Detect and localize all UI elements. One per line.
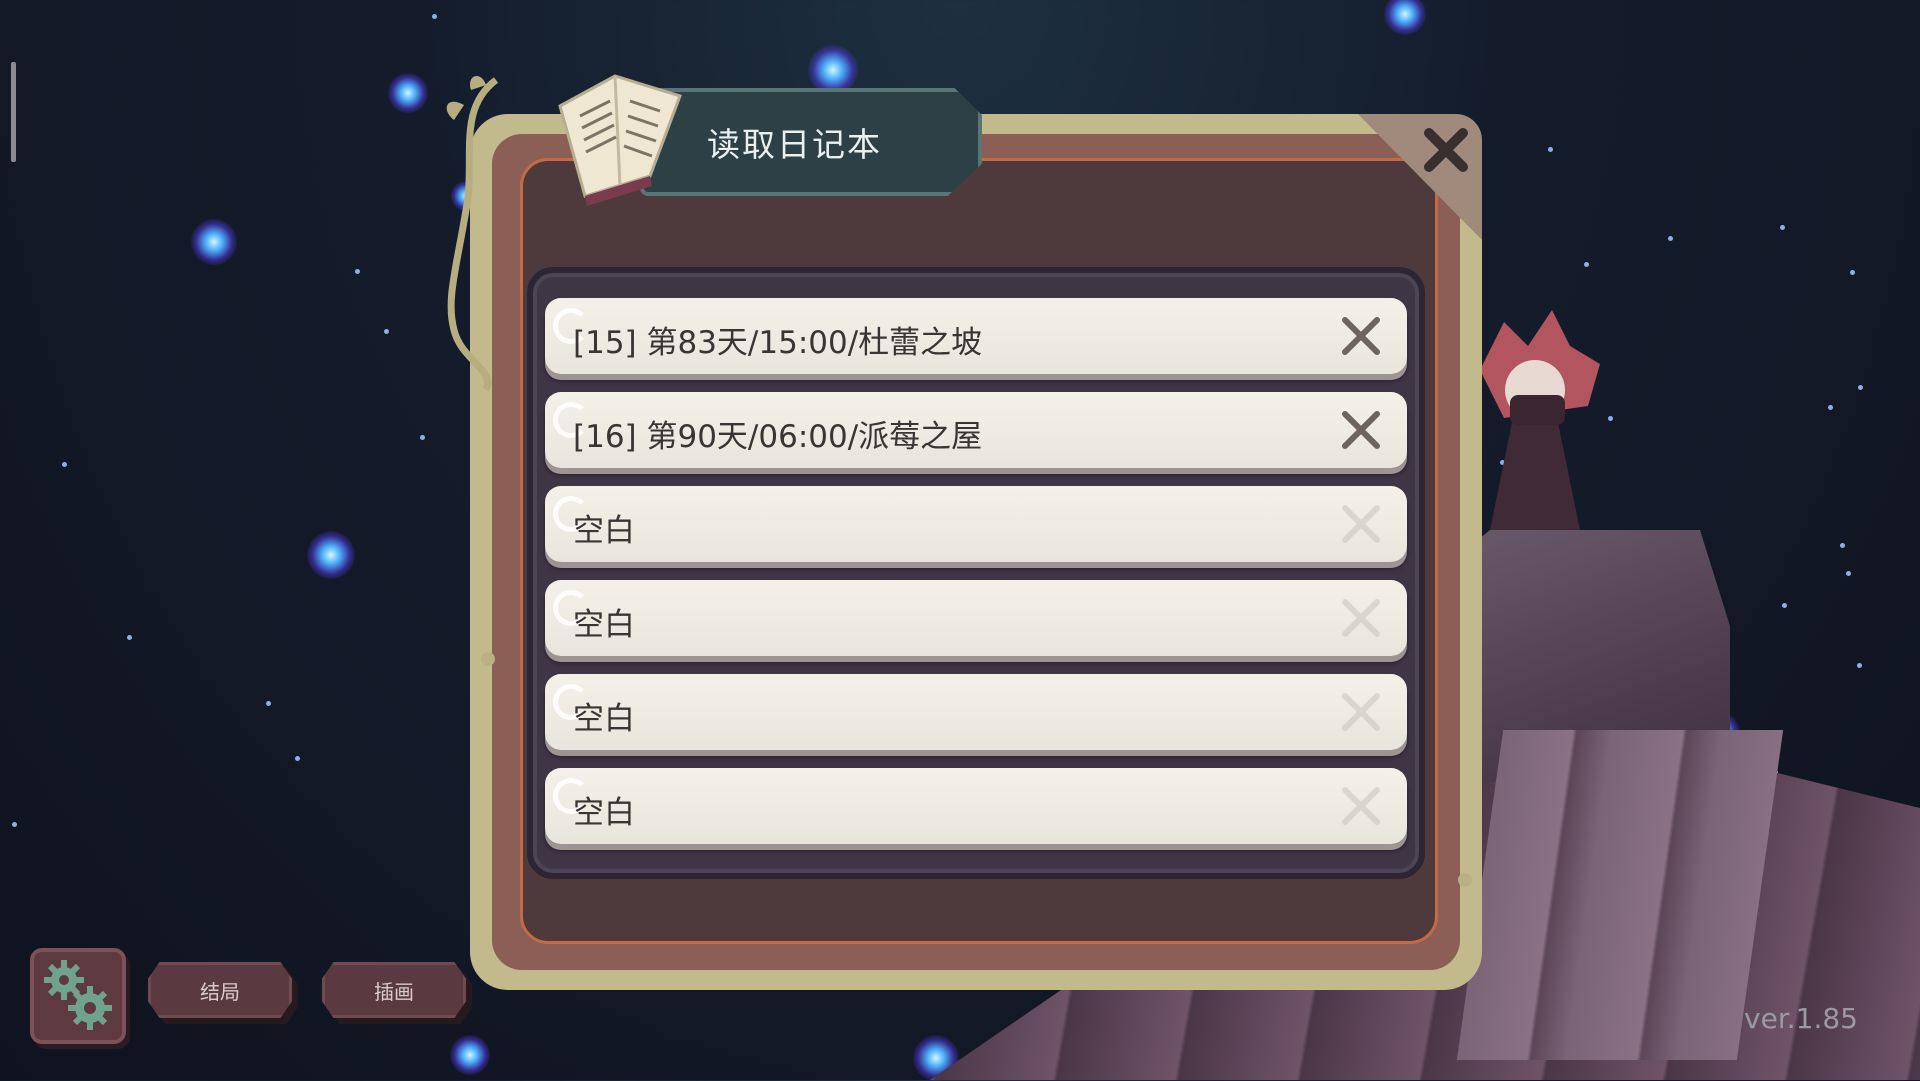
character-mask [1510, 395, 1565, 425]
star [1584, 262, 1589, 267]
star [1668, 236, 1673, 241]
star [432, 14, 437, 19]
star [355, 269, 360, 274]
star [295, 756, 300, 761]
save-slot-label: 空白 [573, 607, 635, 643]
save-slot[interactable]: 空白 [545, 674, 1407, 750]
delete-slot-icon [1342, 693, 1380, 731]
vine-decoration [446, 75, 499, 392]
star [1850, 270, 1855, 275]
save-slot[interactable]: 空白 [545, 768, 1407, 844]
character-sprite [1470, 310, 1610, 550]
glow-orb [388, 73, 428, 113]
star [12, 822, 17, 827]
glow-orb [307, 531, 355, 579]
save-slot-label: [16] 第90天/06:00/派莓之屋 [573, 419, 983, 455]
delete-slot-icon[interactable] [1335, 404, 1387, 456]
save-slot[interactable]: [15] 第83天/15:00/杜蕾之坡 [545, 298, 1407, 374]
open-book-icon [558, 74, 682, 206]
close-x-icon [1424, 128, 1468, 172]
endings-button[interactable]: 结局 [148, 962, 292, 1018]
save-slot[interactable]: 空白 [545, 486, 1407, 562]
glow-orb [808, 45, 858, 95]
star [384, 329, 389, 334]
star [1780, 225, 1785, 230]
star [1857, 663, 1862, 668]
star [1840, 543, 1845, 548]
delete-slot-icon [1342, 787, 1380, 825]
save-slot-label: 空白 [573, 701, 635, 737]
star [420, 435, 425, 440]
gallery-button-label: 插画 [374, 979, 414, 1004]
star [1828, 405, 1833, 410]
save-slot-label: 空白 [573, 513, 635, 549]
glow-orb [450, 1035, 490, 1075]
glow-orb [191, 219, 237, 265]
delete-slot-icon[interactable] [1335, 310, 1387, 362]
vine-bead [481, 652, 495, 666]
star [127, 635, 132, 640]
dialog-title: 读取日记本 [707, 125, 882, 164]
delete-slot-icon [1342, 505, 1380, 543]
star [266, 701, 271, 706]
close-button[interactable] [1414, 118, 1478, 182]
star [1858, 385, 1863, 390]
settings-button[interactable] [30, 948, 126, 1044]
save-slot[interactable]: 空白 [545, 580, 1407, 656]
save-slot-label: 空白 [573, 795, 635, 831]
star [62, 462, 67, 467]
scroll-indicator [11, 62, 16, 162]
star [1782, 603, 1787, 608]
gears-icon [44, 960, 112, 1030]
star [1548, 147, 1553, 152]
version-label: ver.1.85 [1744, 1002, 1858, 1035]
vine-bead [1458, 873, 1472, 887]
star [1846, 571, 1851, 576]
save-slot[interactable]: [16] 第90天/06:00/派莓之屋 [545, 392, 1407, 468]
scenery-planks [1456, 730, 1784, 1060]
save-slot-label: [15] 第83天/15:00/杜蕾之坡 [573, 325, 983, 361]
gallery-button[interactable]: 插画 [322, 962, 466, 1018]
delete-slot-icon [1342, 599, 1380, 637]
character-body [1490, 420, 1580, 530]
endings-button-label: 结局 [200, 979, 240, 1004]
glow-orb [1384, 0, 1426, 35]
